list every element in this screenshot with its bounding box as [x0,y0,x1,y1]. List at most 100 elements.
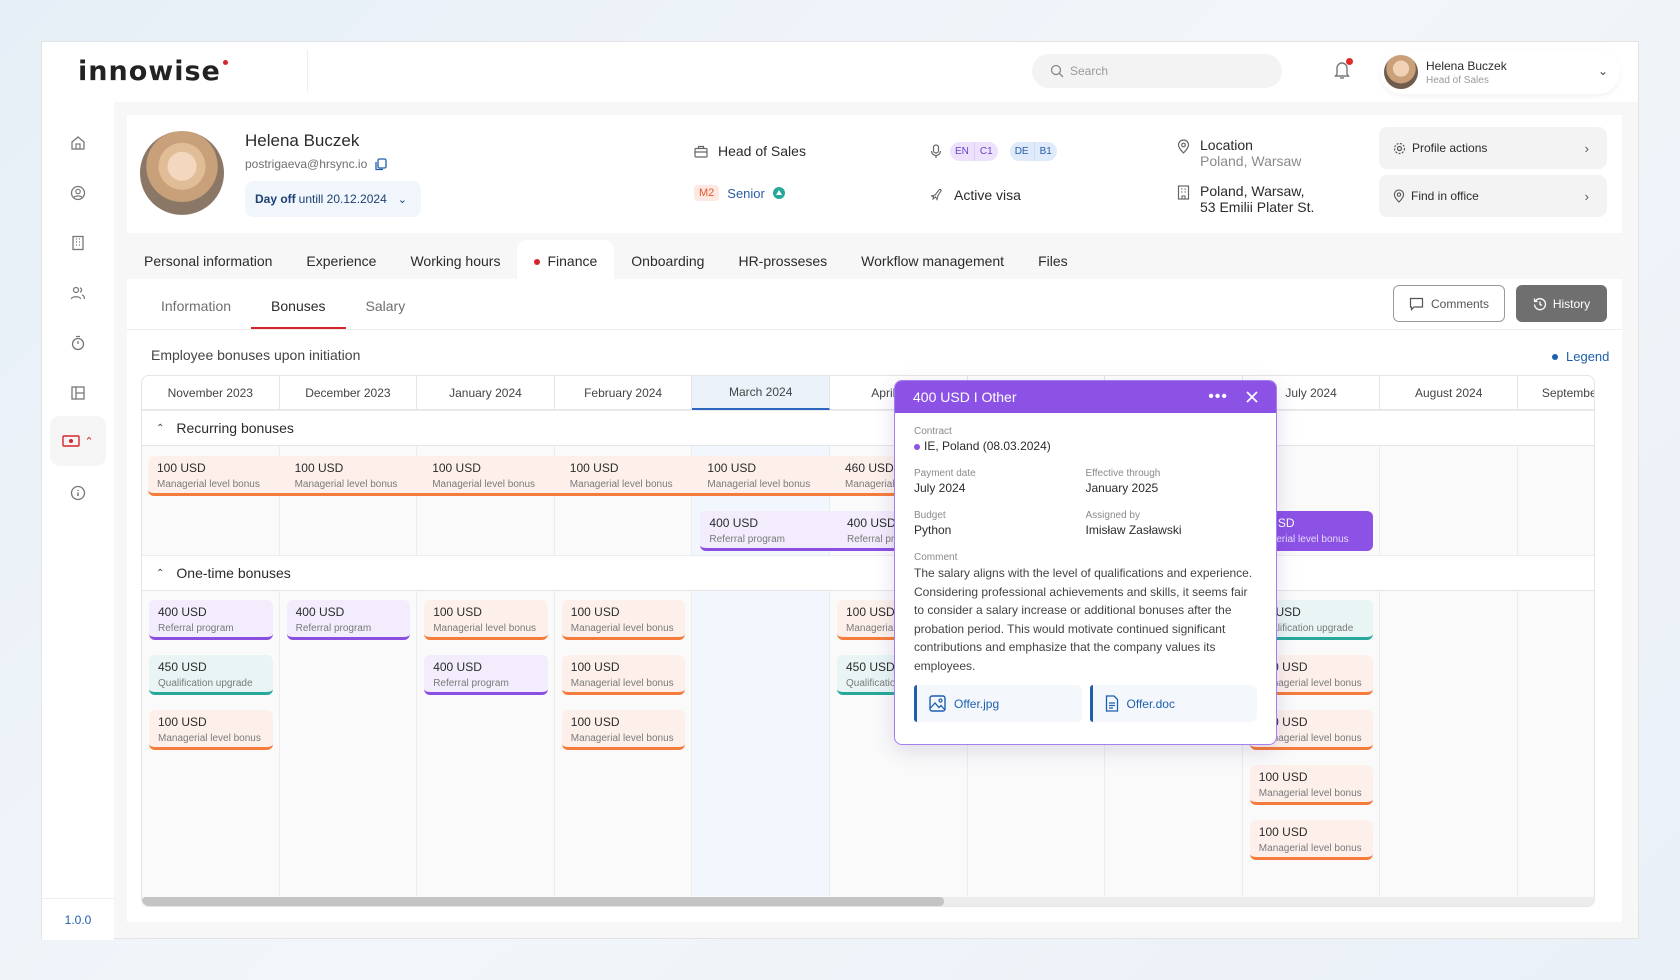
search-input[interactable]: Search [1032,54,1282,88]
grade-value: Senior [727,185,765,201]
budget-value: Python [914,523,952,537]
finance-panel: Information Bonuses Salary Comments Hist… [127,279,1622,922]
bonus-card[interactable]: 100 USD Managerial level bonus [561,710,686,750]
close-icon[interactable] [1246,391,1258,403]
user-role: Head of Sales [1426,74,1489,86]
logo[interactable]: innowise [78,56,228,87]
legend-link[interactable]: Legend [1552,349,1609,364]
bonus-card[interactable]: 450 USD Qualification upgrade [149,655,273,695]
month-header[interactable]: August 2024 [1380,376,1518,410]
scrollbar-thumb[interactable] [142,897,944,906]
bonus-card[interactable]: 100 USD Managerial level bonus [149,710,273,750]
sidebar-item-info[interactable] [50,470,106,516]
recurring-bonus-cell[interactable]: 100 USD Managerial level bonus [148,456,280,496]
bonus-label: Referral program [433,678,509,689]
tab-experience[interactable]: Experience [289,240,393,280]
bonus-amount: 100 USD [1258,825,1308,839]
sidebar-item-time[interactable] [50,320,106,366]
month-header[interactable]: September 2024 [1518,376,1594,410]
bonus-label: Managerial level bonus [158,733,261,744]
month-header[interactable]: November 2023 [142,376,280,410]
tab-hr-processes[interactable]: HR-prosseses [721,240,844,280]
sidebar-item-home[interactable] [50,120,106,166]
sidebar-item-team[interactable] [50,270,106,316]
comment-icon [1409,297,1424,311]
more-options-icon[interactable]: ••• [1208,388,1228,406]
tab-finance[interactable]: Finance [517,240,615,280]
tab-files[interactable]: Files [1021,240,1085,280]
recurring-bonus-cell[interactable]: 100 USD Managerial level bonus [423,456,555,496]
bonus-card[interactable]: 100 USD Managerial level bonus [1249,765,1374,805]
money-icon [62,435,81,447]
dayoff-value: untill 20.12.2024 [298,192,387,206]
month-header[interactable]: February 2024 [554,376,693,410]
bonus-card[interactable]: 100 USD Managerial level bonus [561,600,686,640]
recurring-bonus-cell[interactable]: 400 USD Referral program [700,511,832,551]
attachment-offer-doc[interactable]: Offer.doc [1089,685,1257,722]
layout-icon [71,386,85,400]
find-in-office-button[interactable]: Find in office › [1379,175,1607,217]
bonus-amount: 100 USD [433,605,482,619]
dayoff-dropdown[interactable]: Day off untill 20.12.2024 ⌄ [245,181,421,217]
tab-onboarding[interactable]: Onboarding [614,240,721,280]
contract-dot [914,443,920,450]
bonus-card[interactable]: 400 USD Referral program [424,655,548,695]
document-icon [1105,695,1118,712]
history-button[interactable]: History [1516,285,1607,322]
bonus-card[interactable]: 100 USD Managerial level bonus [561,655,686,695]
search-placeholder: Search [1070,64,1109,78]
user-menu[interactable]: Helena Buczek Head of Sales ⌄ [1380,50,1620,94]
notifications-button[interactable] [1333,58,1353,85]
month-header[interactable]: January 2024 [417,376,555,410]
copy-icon[interactable] [375,157,387,171]
group-one-time-bonuses[interactable]: ⌃ One-time bonuses [142,555,1594,591]
bonus-label: Managerial level bonus [570,623,674,634]
profile-actions-label: Profile actions [1412,141,1488,155]
bonus-card[interactable]: 400 USD Referral program [149,600,273,640]
app-window: innowise Search Helena Buczek Head of Sa… [41,41,1639,940]
location-pin-icon [1177,139,1190,154]
profile-actions-button[interactable]: Profile actions › [1379,127,1607,169]
sidebar: ⌃ 1.0.0 [42,102,114,940]
subtab-information[interactable]: Information [141,291,251,329]
visa-field: Active visa [930,187,1021,203]
bonus-card[interactable]: 100 USD Managerial level bonus [1249,820,1374,860]
month-header[interactable]: December 2023 [279,376,418,410]
horizontal-scrollbar[interactable] [142,897,1594,906]
bonus-amount: 400 USD [433,660,482,674]
budget-label: Budget [914,510,946,521]
sidebar-item-finance[interactable]: ⌃ [50,416,106,466]
find-in-office-label: Find in office [1411,189,1479,203]
comments-button[interactable]: Comments [1393,285,1505,322]
attachment-offer-jpg[interactable]: Offer.jpg [914,685,1082,722]
sidebar-item-profile[interactable] [50,170,106,216]
divider [127,329,1622,330]
bonus-card[interactable]: 400 USD Referral program [286,600,411,640]
recurring-bonus-cell[interactable]: 100 USD Managerial level bonus [286,456,418,496]
bonus-label: Referral program [709,534,785,545]
bonus-amount: 100 USD [158,715,207,729]
bonus-label: Managerial level bonus [1258,843,1362,854]
bonus-amount: 450 USD [158,660,207,674]
tab-personal-information[interactable]: Personal information [127,240,289,280]
subtab-bonuses[interactable]: Bonuses [251,291,346,329]
briefcase-icon [694,145,708,158]
bonus-amount: 100 USD [157,461,206,475]
month-header[interactable]: March 2024 [692,376,830,410]
main-tabs: Personal information Experience Working … [127,240,1085,280]
arrow-up-circle-icon [772,187,785,199]
tab-working-hours[interactable]: Working hours [393,240,517,280]
bonus-card[interactable]: 100 USD Managerial level bonus [424,600,548,640]
group-recurring-bonuses[interactable]: ⌃ Recurring bonuses [142,410,1594,446]
sidebar-item-company[interactable] [50,220,106,266]
bonus-amount: 100 USD [570,605,620,619]
microphone-icon [930,144,942,158]
position-field: Head of Sales [694,143,806,159]
tab-workflow-management[interactable]: Workflow management [844,240,1021,280]
subtab-salary[interactable]: Salary [346,291,426,329]
bonus-amount: 400 USD [295,605,345,619]
sidebar-item-dashboard[interactable] [50,370,106,416]
recurring-bonus-cell[interactable]: 100 USD Managerial level bonus [561,456,693,496]
recurring-bonus-cell[interactable]: 100 USD Managerial level bonus [698,456,830,496]
profile-name: Helena Buczek [245,131,360,150]
